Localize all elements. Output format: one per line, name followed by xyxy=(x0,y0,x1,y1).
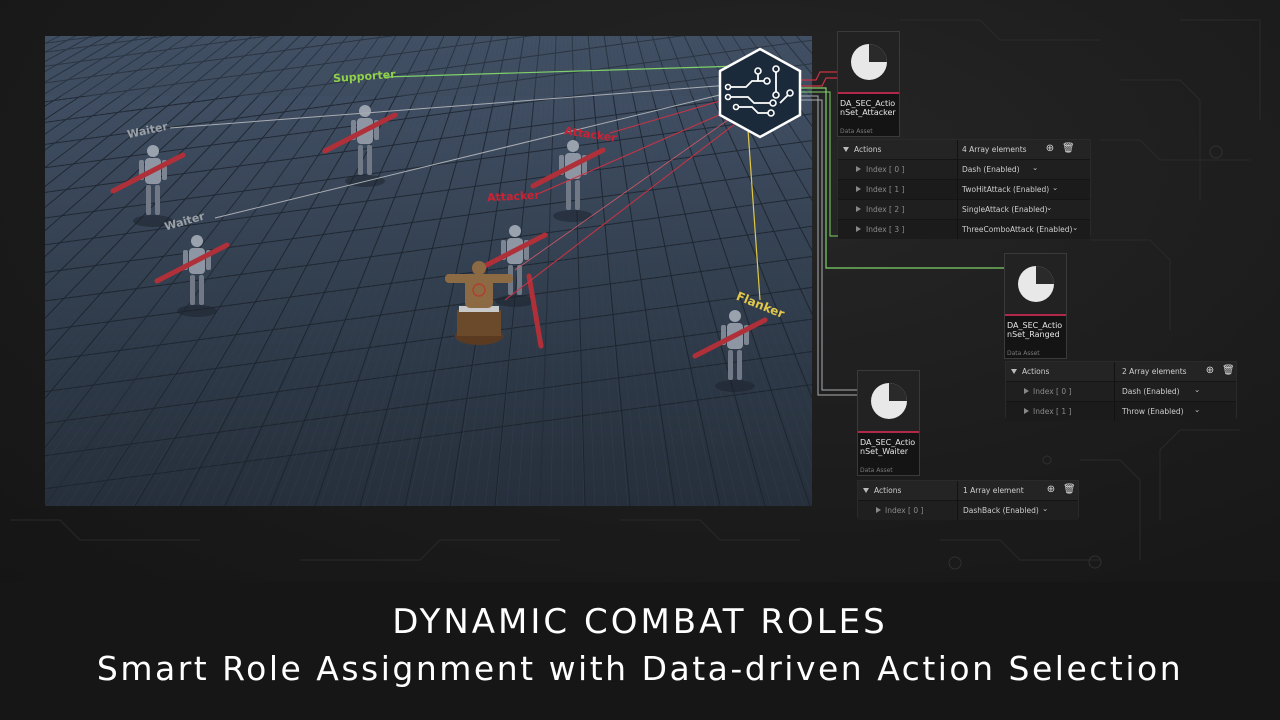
array-row[interactable]: Index [ 0 ] Dash (Enabled) ⌄ xyxy=(1006,381,1236,401)
asset-name: DA_SEC_ActionSet_Attacker xyxy=(840,99,896,117)
expand-arrow-icon[interactable] xyxy=(1024,388,1029,394)
asset-card-waiter[interactable]: DA_SEC_ActionSet_Waiter Data Asset xyxy=(857,370,920,476)
asset-name: DA_SEC_ActionSet_Ranged xyxy=(1007,321,1063,339)
supporter-link xyxy=(384,65,741,78)
page-subtitle: Smart Role Assignment with Data-driven A… xyxy=(96,649,1184,688)
add-icon[interactable]: ⊕ xyxy=(1046,485,1056,495)
expand-arrow-icon[interactable] xyxy=(856,166,861,172)
asset-type: Data Asset xyxy=(860,467,893,474)
array-row[interactable]: Index [ 2 ] SingleAttack (Enabled) ⌄ xyxy=(838,199,1090,219)
add-icon[interactable]: ⊕ xyxy=(1205,366,1215,376)
array-row[interactable]: Index [ 0 ] DashBack (Enabled) ⌄ xyxy=(858,500,1078,520)
actions-header[interactable]: Actions 2 Array elements ⊕ 🗑 xyxy=(1006,362,1236,381)
collapse-arrow-icon[interactable] xyxy=(1011,369,1017,374)
trash-icon[interactable]: 🗑 xyxy=(1222,366,1235,376)
chevron-down-icon[interactable]: ⌄ xyxy=(1072,223,1078,232)
pie-chart-icon xyxy=(851,44,887,80)
asset-card-attacker[interactable]: DA_SEC_ActionSet_Attacker Data Asset xyxy=(837,31,900,137)
array-row[interactable]: Index [ 3 ] ThreeComboAttack (Enabled) ⌄ xyxy=(838,219,1090,239)
expand-arrow-icon[interactable] xyxy=(856,226,861,232)
waiter-link-2 xyxy=(214,89,741,219)
asset-card-ranged[interactable]: DA_SEC_ActionSet_Ranged Data Asset xyxy=(1004,253,1067,359)
label-attacker-2: Attacker xyxy=(486,188,541,205)
waiter-link-1 xyxy=(169,84,731,129)
chevron-down-icon[interactable]: ⌄ xyxy=(1194,385,1200,394)
chevron-down-icon[interactable]: ⌄ xyxy=(1194,405,1200,414)
expand-arrow-icon[interactable] xyxy=(876,507,881,513)
asset-type: Data Asset xyxy=(1007,350,1040,357)
chevron-down-icon[interactable]: ⌄ xyxy=(1032,163,1038,172)
asset-type: Data Asset xyxy=(840,128,873,135)
array-row[interactable]: Index [ 0 ] Dash (Enabled) ⌄ xyxy=(838,159,1090,179)
actions-header[interactable]: Actions 4 Array elements ⊕ 🗑 xyxy=(838,140,1090,159)
attacker-link-2 xyxy=(539,107,736,194)
actions-array-waiter: Actions 1 Array element ⊕ 🗑 Index [ 0 ] … xyxy=(857,480,1079,520)
actions-header[interactable]: Actions 1 Array element ⊕ 🗑 xyxy=(858,481,1078,500)
pie-chart-icon xyxy=(871,383,907,419)
expand-arrow-icon[interactable] xyxy=(856,186,861,192)
role-connections xyxy=(169,65,1004,396)
attacker-link-4 xyxy=(514,114,736,271)
array-row[interactable]: Index [ 1 ] TwoHitAttack (Enabled) ⌄ xyxy=(838,179,1090,199)
actions-array-ranged: Actions 2 Array elements ⊕ 🗑 Index [ 0 ]… xyxy=(1005,361,1237,421)
expand-arrow-icon[interactable] xyxy=(856,206,861,212)
array-row[interactable]: Index [ 1 ] Throw (Enabled) ⌄ xyxy=(1006,401,1236,421)
actions-array-attacker: Actions 4 Array elements ⊕ 🗑 Index [ 0 ]… xyxy=(837,139,1091,239)
page-title: DYNAMIC COMBAT ROLES xyxy=(392,602,888,642)
collapse-arrow-icon[interactable] xyxy=(843,147,849,152)
trash-icon[interactable]: 🗑 xyxy=(1062,144,1075,154)
trash-icon[interactable]: 🗑 xyxy=(1063,485,1076,495)
chevron-down-icon[interactable]: ⌄ xyxy=(1042,504,1048,513)
attacker-link-3 xyxy=(504,119,741,301)
circuit-brain-icon xyxy=(718,47,802,139)
pie-chart-icon xyxy=(1018,266,1054,302)
asset-name: DA_SEC_ActionSet_Waiter xyxy=(860,438,916,456)
chevron-down-icon[interactable]: ⌄ xyxy=(1052,183,1058,192)
expand-arrow-icon[interactable] xyxy=(1024,408,1029,414)
attacker-link-1 xyxy=(609,97,731,134)
flanker-link xyxy=(747,129,761,301)
collapse-arrow-icon[interactable] xyxy=(863,488,869,493)
chevron-down-icon[interactable]: ⌄ xyxy=(1046,203,1052,212)
add-icon[interactable]: ⊕ xyxy=(1045,144,1055,154)
